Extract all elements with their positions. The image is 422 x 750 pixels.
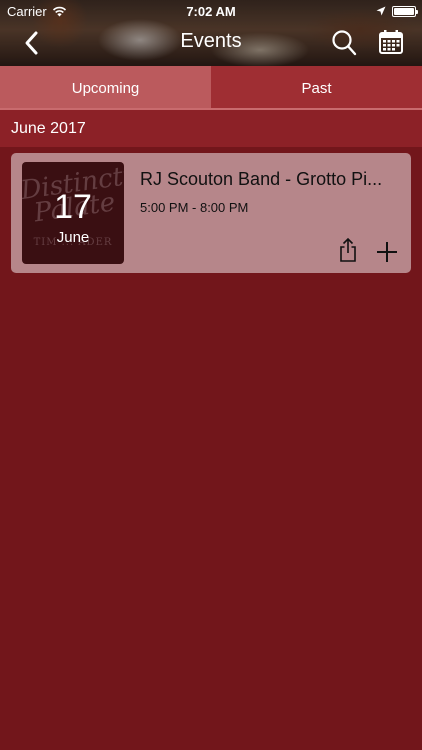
tab-upcoming[interactable]: Upcoming [0,66,211,110]
event-title: RJ Scouton Band - Grotto Pi... [140,169,383,189]
tab-past[interactable]: Past [211,66,422,110]
battery-icon [392,5,418,17]
status-right [376,5,418,17]
event-day: 17 [54,188,92,226]
share-icon[interactable] [338,237,358,263]
search-icon[interactable] [331,29,357,57]
tab-past-label: Past [301,79,332,97]
calendar-icon[interactable] [378,29,404,55]
event-time: 5:00 PM - 8:00 PM [140,200,249,215]
add-icon[interactable] [376,241,398,263]
event-thumbnail: Distinctive Palate TIM ... ADER 17 June [22,162,124,264]
tab-bar: Upcoming Past [0,66,422,110]
tab-upcoming-label: Upcoming [71,79,140,97]
event-card[interactable]: Distinctive Palate TIM ... ADER 17 June … [11,153,411,273]
page-title: Events [180,30,242,52]
month-section-header: June 2017 [0,110,422,147]
navigation-bar: Events [0,22,422,66]
location-arrow-icon [376,6,386,16]
event-month: June [56,229,90,246]
status-bar: Carrier 7:02 AM [0,0,422,22]
status-time: 7:02 AM [186,3,236,19]
month-label: June 2017 [11,119,86,137]
